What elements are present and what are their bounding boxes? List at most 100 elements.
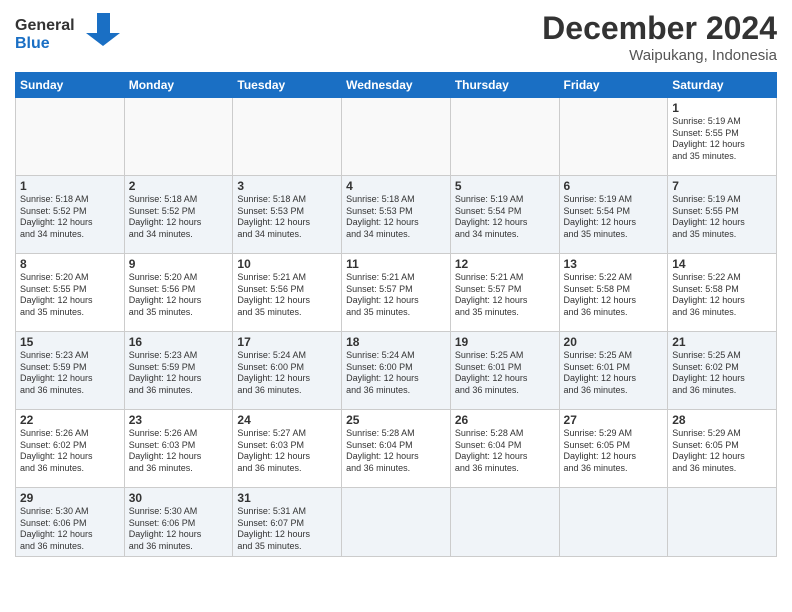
day-header-monday: Monday: [124, 73, 233, 98]
day-number: 11: [346, 257, 446, 271]
day-number: 15: [20, 335, 120, 349]
calendar-cell: [450, 488, 559, 557]
calendar-cell: 9Sunrise: 5:20 AMSunset: 5:56 PMDaylight…: [124, 254, 233, 332]
calendar-cell: 24Sunrise: 5:27 AMSunset: 6:03 PMDayligh…: [233, 410, 342, 488]
day-number: 25: [346, 413, 446, 427]
day-number: 14: [672, 257, 772, 271]
calendar-cell: 27Sunrise: 5:29 AMSunset: 6:05 PMDayligh…: [559, 410, 668, 488]
day-info: Sunrise: 5:25 AMSunset: 6:01 PMDaylight:…: [455, 350, 555, 397]
day-info: Sunrise: 5:29 AMSunset: 6:05 PMDaylight:…: [564, 428, 664, 475]
day-number: 13: [564, 257, 664, 271]
calendar-cell: 28Sunrise: 5:29 AMSunset: 6:05 PMDayligh…: [668, 410, 777, 488]
day-info: Sunrise: 5:19 AMSunset: 5:54 PMDaylight:…: [455, 194, 555, 241]
calendar-cell: 22Sunrise: 5:26 AMSunset: 6:02 PMDayligh…: [16, 410, 125, 488]
calendar-cell: 30Sunrise: 5:30 AMSunset: 6:06 PMDayligh…: [124, 488, 233, 557]
day-number: 1: [20, 179, 120, 193]
day-number: 24: [237, 413, 337, 427]
calendar-cell: 15Sunrise: 5:23 AMSunset: 5:59 PMDayligh…: [16, 332, 125, 410]
day-number: 18: [346, 335, 446, 349]
day-number: 8: [20, 257, 120, 271]
calendar-cell: 17Sunrise: 5:24 AMSunset: 6:00 PMDayligh…: [233, 332, 342, 410]
page-container: General Blue December 2024 Waipukang, In…: [0, 0, 792, 567]
svg-text:General: General: [15, 17, 75, 34]
day-info: Sunrise: 5:23 AMSunset: 5:59 PMDaylight:…: [129, 350, 229, 397]
calendar-cell: 1Sunrise: 5:18 AMSunset: 5:52 PMDaylight…: [16, 176, 125, 254]
day-number: 30: [129, 491, 229, 505]
day-header-sunday: Sunday: [16, 73, 125, 98]
day-info: Sunrise: 5:20 AMSunset: 5:55 PMDaylight:…: [20, 272, 120, 319]
calendar-cell: [233, 98, 342, 176]
calendar-cell: 6Sunrise: 5:19 AMSunset: 5:54 PMDaylight…: [559, 176, 668, 254]
day-info: Sunrise: 5:22 AMSunset: 5:58 PMDaylight:…: [672, 272, 772, 319]
day-info: Sunrise: 5:30 AMSunset: 6:06 PMDaylight:…: [129, 506, 229, 553]
day-info: Sunrise: 5:29 AMSunset: 6:05 PMDaylight:…: [672, 428, 772, 475]
day-number: 4: [346, 179, 446, 193]
calendar-cell: [450, 98, 559, 176]
day-header-friday: Friday: [559, 73, 668, 98]
calendar-cell: [16, 98, 125, 176]
day-number: 23: [129, 413, 229, 427]
day-info: Sunrise: 5:25 AMSunset: 6:02 PMDaylight:…: [672, 350, 772, 397]
day-info: Sunrise: 5:30 AMSunset: 6:06 PMDaylight:…: [20, 506, 120, 553]
header-row: SundayMondayTuesdayWednesdayThursdayFrid…: [16, 73, 777, 98]
day-header-tuesday: Tuesday: [233, 73, 342, 98]
day-number: 10: [237, 257, 337, 271]
day-info: Sunrise: 5:28 AMSunset: 6:04 PMDaylight:…: [455, 428, 555, 475]
day-number: 7: [672, 179, 772, 193]
logo-svg: General Blue: [15, 10, 125, 55]
calendar-cell: 2Sunrise: 5:18 AMSunset: 5:52 PMDaylight…: [124, 176, 233, 254]
calendar-cell: 26Sunrise: 5:28 AMSunset: 6:04 PMDayligh…: [450, 410, 559, 488]
day-info: Sunrise: 5:21 AMSunset: 5:57 PMDaylight:…: [455, 272, 555, 319]
day-info: Sunrise: 5:26 AMSunset: 6:03 PMDaylight:…: [129, 428, 229, 475]
location: Waipukang, Indonesia: [542, 47, 777, 64]
calendar-cell: 13Sunrise: 5:22 AMSunset: 5:58 PMDayligh…: [559, 254, 668, 332]
day-number: 1: [672, 101, 772, 115]
calendar-cell: 14Sunrise: 5:22 AMSunset: 5:58 PMDayligh…: [668, 254, 777, 332]
day-info: Sunrise: 5:26 AMSunset: 6:02 PMDaylight:…: [20, 428, 120, 475]
calendar-cell: [342, 488, 451, 557]
day-info: Sunrise: 5:27 AMSunset: 6:03 PMDaylight:…: [237, 428, 337, 475]
day-info: Sunrise: 5:18 AMSunset: 5:52 PMDaylight:…: [129, 194, 229, 241]
day-number: 3: [237, 179, 337, 193]
day-number: 27: [564, 413, 664, 427]
day-number: 20: [564, 335, 664, 349]
day-header-wednesday: Wednesday: [342, 73, 451, 98]
day-number: 29: [20, 491, 120, 505]
day-info: Sunrise: 5:21 AMSunset: 5:57 PMDaylight:…: [346, 272, 446, 319]
calendar-cell: 29Sunrise: 5:30 AMSunset: 6:06 PMDayligh…: [16, 488, 125, 557]
calendar-cell: 21Sunrise: 5:25 AMSunset: 6:02 PMDayligh…: [668, 332, 777, 410]
day-info: Sunrise: 5:18 AMSunset: 5:52 PMDaylight:…: [20, 194, 120, 241]
calendar-cell: 10Sunrise: 5:21 AMSunset: 5:56 PMDayligh…: [233, 254, 342, 332]
day-number: 31: [237, 491, 337, 505]
day-number: 16: [129, 335, 229, 349]
month-title: December 2024: [542, 10, 777, 47]
day-number: 26: [455, 413, 555, 427]
day-number: 19: [455, 335, 555, 349]
day-info: Sunrise: 5:22 AMSunset: 5:58 PMDaylight:…: [564, 272, 664, 319]
calendar-cell: 16Sunrise: 5:23 AMSunset: 5:59 PMDayligh…: [124, 332, 233, 410]
calendar-cell: 3Sunrise: 5:18 AMSunset: 5:53 PMDaylight…: [233, 176, 342, 254]
day-info: Sunrise: 5:19 AMSunset: 5:54 PMDaylight:…: [564, 194, 664, 241]
day-info: Sunrise: 5:19 AMSunset: 5:55 PMDaylight:…: [672, 116, 772, 163]
day-info: Sunrise: 5:24 AMSunset: 6:00 PMDaylight:…: [346, 350, 446, 397]
calendar-cell: 12Sunrise: 5:21 AMSunset: 5:57 PMDayligh…: [450, 254, 559, 332]
day-info: Sunrise: 5:24 AMSunset: 6:00 PMDaylight:…: [237, 350, 337, 397]
calendar-cell: 20Sunrise: 5:25 AMSunset: 6:01 PMDayligh…: [559, 332, 668, 410]
day-info: Sunrise: 5:23 AMSunset: 5:59 PMDaylight:…: [20, 350, 120, 397]
day-info: Sunrise: 5:18 AMSunset: 5:53 PMDaylight:…: [346, 194, 446, 241]
title-block: December 2024 Waipukang, Indonesia: [542, 10, 777, 64]
day-info: Sunrise: 5:20 AMSunset: 5:56 PMDaylight:…: [129, 272, 229, 319]
calendar-cell: 25Sunrise: 5:28 AMSunset: 6:04 PMDayligh…: [342, 410, 451, 488]
day-info: Sunrise: 5:19 AMSunset: 5:55 PMDaylight:…: [672, 194, 772, 241]
calendar-cell: 8Sunrise: 5:20 AMSunset: 5:55 PMDaylight…: [16, 254, 125, 332]
calendar-cell: 31Sunrise: 5:31 AMSunset: 6:07 PMDayligh…: [233, 488, 342, 557]
calendar-cell: 18Sunrise: 5:24 AMSunset: 6:00 PMDayligh…: [342, 332, 451, 410]
calendar-cell: 5Sunrise: 5:19 AMSunset: 5:54 PMDaylight…: [450, 176, 559, 254]
calendar-cell: 4Sunrise: 5:18 AMSunset: 5:53 PMDaylight…: [342, 176, 451, 254]
day-number: 2: [129, 179, 229, 193]
day-number: 28: [672, 413, 772, 427]
calendar-cell: 23Sunrise: 5:26 AMSunset: 6:03 PMDayligh…: [124, 410, 233, 488]
day-header-thursday: Thursday: [450, 73, 559, 98]
day-info: Sunrise: 5:21 AMSunset: 5:56 PMDaylight:…: [237, 272, 337, 319]
day-number: 5: [455, 179, 555, 193]
